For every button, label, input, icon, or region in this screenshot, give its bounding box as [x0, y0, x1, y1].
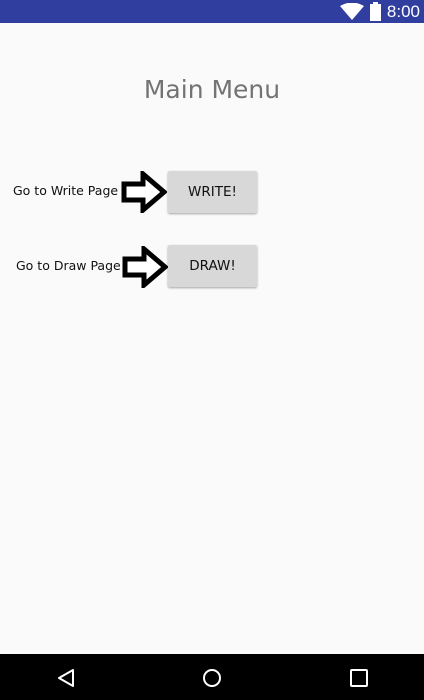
right-arrow-icon — [121, 171, 167, 213]
home-icon[interactable] — [202, 668, 222, 688]
write-page-label: Go to Write Page — [13, 183, 119, 198]
status-icons: 8:00 — [339, 0, 420, 23]
draw-button[interactable]: DRAW! — [168, 245, 257, 287]
page-title: Main Menu — [143, 75, 281, 104]
battery-icon — [369, 2, 381, 21]
recents-icon[interactable] — [349, 668, 369, 688]
right-arrow-icon — [122, 246, 168, 288]
status-time: 8:00 — [386, 2, 420, 21]
write-button[interactable]: WRITE! — [168, 171, 257, 213]
draw-page-label: Go to Draw Page — [16, 258, 121, 273]
app-screen: 8:00 Main Menu Go to Write Page WRITE! G… — [0, 0, 424, 700]
back-icon[interactable] — [56, 668, 76, 688]
navigation-bar — [0, 654, 424, 700]
wifi-icon — [339, 2, 364, 20]
status-bar: 8:00 — [0, 0, 424, 23]
